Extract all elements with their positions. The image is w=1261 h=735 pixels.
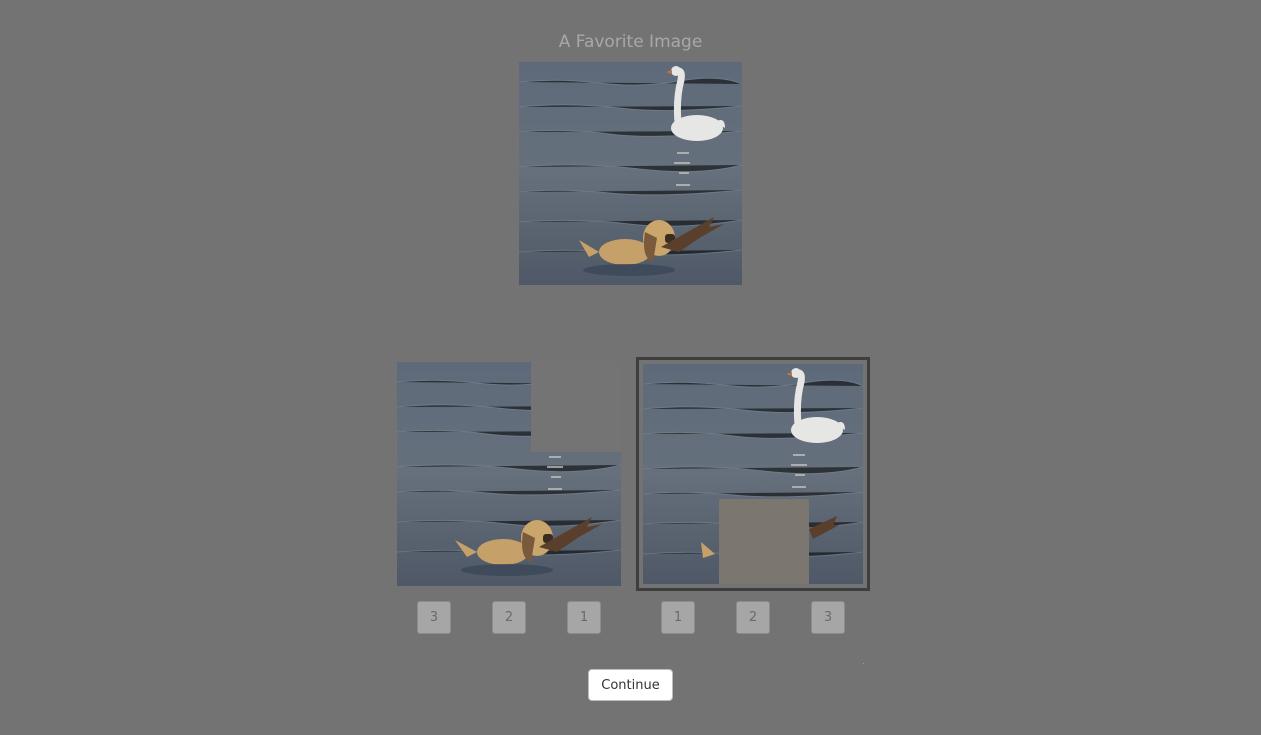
mask-patch <box>531 362 621 452</box>
rank-button-left-2[interactable]: 2 <box>492 601 526 634</box>
option-image-left[interactable] <box>397 362 621 586</box>
rank-button-right-1[interactable]: 1 <box>661 601 695 634</box>
rank-button-right-2[interactable]: 2 <box>736 601 770 634</box>
rank-button-left-1[interactable]: 1 <box>567 601 601 634</box>
page: A Favorite Image 3 2 1 1 2 3 Continue <box>0 0 1261 735</box>
rank-button-left-3[interactable]: 3 <box>417 601 451 634</box>
selected-frame[interactable] <box>636 357 870 591</box>
hero-image <box>519 62 742 285</box>
rank-button-right-3[interactable]: 3 <box>811 601 845 634</box>
page-title: A Favorite Image <box>558 32 703 52</box>
stray-dot <box>863 663 864 664</box>
continue-button[interactable]: Continue <box>588 669 673 701</box>
mask-patch <box>719 499 809 584</box>
option-image-right[interactable] <box>643 364 863 584</box>
